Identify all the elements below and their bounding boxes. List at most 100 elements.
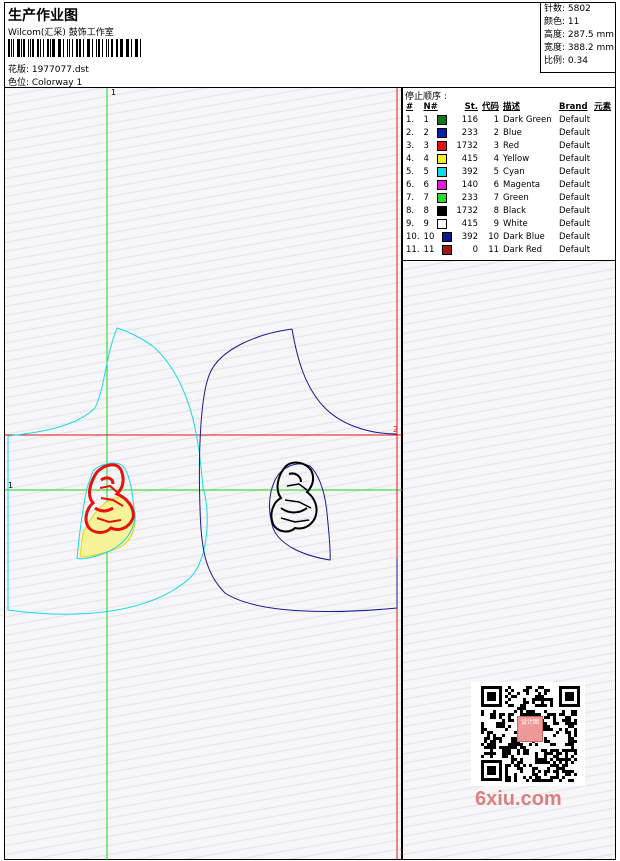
table-row: 6. 6 140 6 Magenta Default [404, 179, 613, 192]
qr-module [511, 737, 514, 740]
cell-index: 9. [404, 218, 422, 231]
cell-stitches: 392 [454, 166, 480, 179]
qr-module [550, 698, 553, 701]
color-swatch [442, 244, 453, 255]
cell-index-text: 11. [406, 245, 420, 255]
color-swatch [436, 192, 447, 203]
qr-module [571, 746, 574, 749]
qr-module [553, 734, 556, 737]
qr-module [544, 755, 547, 758]
barcode-bar [140, 39, 141, 57]
qr-module [538, 779, 541, 782]
qr-module [505, 749, 508, 752]
qr-module [547, 713, 550, 716]
qr-module [550, 764, 553, 767]
cell-needle: 4 [422, 153, 455, 166]
barcode-bar [32, 39, 34, 57]
barcode-bar [125, 39, 127, 57]
cell-index: 11. [404, 244, 422, 257]
barcode-bar [57, 39, 59, 57]
qr-module [529, 776, 532, 779]
qr-module [490, 716, 493, 719]
barcode-bar [49, 39, 51, 57]
qr-module [496, 722, 499, 725]
qr-module [511, 704, 514, 707]
qr-module [574, 740, 577, 743]
barcode-bar [136, 39, 139, 57]
cell-index: 1. [404, 114, 422, 127]
qr-module [541, 695, 544, 698]
qr-module [574, 773, 577, 776]
stop-sequence-box: 停止顺序 : # N# St. 代码 描述 Brand 元素 1. 1 116 1 Da… [403, 88, 615, 261]
outline-left-cyan [7, 327, 208, 615]
cell-description-text: Dark Blue [503, 232, 545, 242]
qr-module [553, 755, 556, 758]
cell-element [592, 166, 613, 179]
qr-module [574, 758, 577, 761]
qr-module [544, 704, 547, 707]
qr-module [571, 737, 574, 740]
qr-module [538, 758, 541, 761]
color-swatch [436, 127, 447, 138]
cell-description: Blue [501, 127, 557, 140]
qr-module [544, 722, 547, 725]
cell-description-text: Yellow [503, 154, 530, 164]
cell-needle: 9 [422, 218, 455, 231]
qr-module [520, 707, 523, 710]
qr-module [523, 689, 526, 692]
cell-description: Yellow [501, 153, 557, 166]
qr-module [502, 725, 505, 728]
qr-module [532, 710, 535, 713]
qr-module [499, 740, 502, 743]
barcode-bar [92, 39, 93, 57]
cell-code: 5 [480, 166, 501, 179]
cell-brand: Default [557, 205, 592, 218]
cell-description-text: White [503, 219, 528, 229]
cell-brand-text: Default [559, 167, 591, 177]
qr-module [550, 776, 553, 779]
qr-module [508, 725, 511, 728]
qr-module [508, 752, 511, 755]
qr-module [553, 761, 556, 764]
color-swatch [436, 179, 447, 190]
qr-module [535, 767, 538, 770]
axis-marker-right: 2 [393, 425, 399, 434]
cell-index: 2. [404, 127, 422, 140]
cell-description-text: Cyan [503, 167, 525, 177]
cell-index-text: 7. [406, 193, 415, 203]
cell-code-text: 8 [493, 206, 500, 216]
qr-module [541, 779, 544, 782]
barcode-bar [79, 39, 81, 57]
design-canvas[interactable]: 1 2 1 2 [4, 88, 405, 860]
qr-module [499, 722, 502, 725]
cell-brand-text: Default [559, 115, 591, 125]
cell-code-text: 10 [488, 232, 500, 242]
qr-module [520, 704, 523, 707]
barcode-bar [88, 39, 90, 57]
qr-module [550, 758, 553, 761]
cell-stitches: 233 [454, 127, 480, 140]
color-swatch [436, 114, 447, 125]
qr-module [505, 701, 508, 704]
qr-module [526, 701, 529, 704]
qr-module [574, 728, 577, 731]
qr-module [535, 779, 538, 782]
qr-module [511, 755, 514, 758]
cell-brand: Default [557, 231, 592, 244]
qr-module [484, 740, 487, 743]
qr-module [529, 710, 532, 713]
watermark-badge: 设计图 [517, 716, 543, 742]
qr-module [556, 776, 559, 779]
qr-module [565, 755, 568, 758]
cell-index: 6. [404, 179, 422, 192]
qr-module [550, 713, 553, 716]
qr-module [568, 731, 571, 734]
cell-code-text: 2 [493, 128, 500, 138]
qr-module [568, 779, 571, 782]
barcode-bar [23, 39, 25, 57]
page: 生产作业图 Wilcom(汇采) 鼓饰工作室 花版: 1977077.dst 色… [0, 0, 620, 861]
qr-module [565, 752, 568, 755]
qr-code-icon: 设计图 [471, 682, 585, 786]
qr-module [493, 710, 496, 713]
qr-module [571, 725, 574, 728]
